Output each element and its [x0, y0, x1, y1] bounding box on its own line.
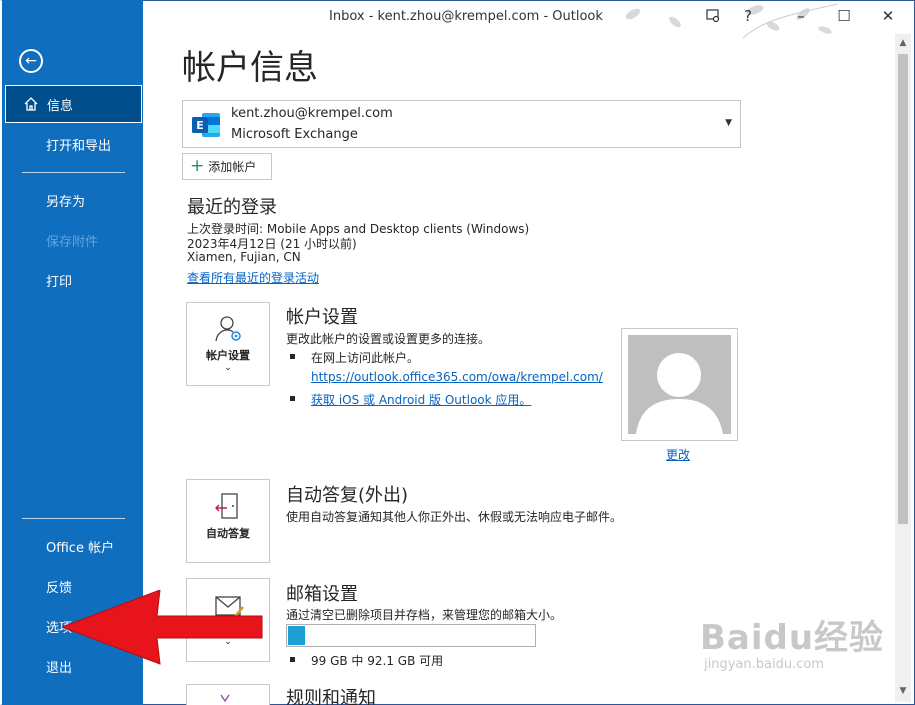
sidebar-item-open-export[interactable]: 打开和导出: [2, 125, 143, 163]
account-type: Microsoft Exchange: [231, 127, 358, 142]
bullet-icon: [290, 354, 295, 359]
watermark-url: jingyan.baidu.com: [704, 657, 824, 672]
add-account-button[interactable]: + 添加帐户: [182, 153, 272, 180]
sidebar-divider: [22, 518, 125, 519]
sidebar-item-label: Office 帐户: [46, 540, 115, 556]
sidebar-item-label: 信息: [47, 98, 74, 114]
scroll-thumb[interactable]: [898, 54, 908, 524]
mailbox-settings-desc: 通过清空已删除项目并存档，来管理您的邮箱大小。: [286, 608, 563, 622]
tile-label: 自动答复: [206, 527, 250, 540]
rules-icon: [220, 694, 230, 703]
help-icon[interactable]: ?: [740, 8, 756, 24]
auto-reply-desc: 使用自动答复通知其他人你正外出、休假或无法响应电子邮件。: [286, 510, 623, 524]
watermark-logo: Baidu经验: [700, 618, 885, 658]
sidebar-item-info[interactable]: 信息: [5, 85, 142, 123]
mailbox-usage-bar: [286, 624, 536, 647]
rules-title: 规则和通知: [286, 688, 376, 705]
person-silhouette-icon: [636, 353, 723, 434]
sidebar-item-label: 另存为: [46, 194, 86, 210]
account-settings-icon: [215, 316, 241, 342]
chevron-down-icon: ⌄: [224, 363, 232, 373]
coauthor-icon[interactable]: [705, 8, 721, 24]
sidebar-item-label: 打开和导出: [46, 138, 112, 154]
home-icon: [24, 97, 38, 111]
tile-label: 帐户设置: [206, 349, 250, 362]
profile-photo[interactable]: [621, 328, 738, 441]
back-arrow-icon[interactable]: ←: [19, 49, 43, 73]
account-email: kent.zhou@krempel.com: [231, 106, 393, 121]
recent-login-title: 最近的登录: [187, 197, 277, 218]
mailbox-usage-text: 99 GB 中 92.1 GB 可用: [311, 654, 444, 668]
auto-reply-tile[interactable]: 自动答复: [186, 479, 270, 563]
mailbox-usage-fill: [288, 626, 305, 645]
rules-tile[interactable]: [186, 684, 270, 705]
recent-login-location: Xiamen, Fujian, CN: [187, 250, 301, 264]
sidebar-item-label: 打印: [46, 274, 73, 290]
sidebar-item-label: 保存附件: [46, 234, 99, 250]
owa-url-link[interactable]: https://outlook.office365.com/owa/krempe…: [311, 370, 603, 384]
account-settings-tile[interactable]: 帐户设置 ⌄: [186, 302, 270, 386]
auto-reply-icon: [215, 493, 238, 519]
svg-text:E: E: [196, 119, 204, 132]
bullet-icon: [290, 396, 295, 401]
sidebar-divider: [22, 172, 125, 173]
add-account-label: 添加帐户: [208, 160, 257, 174]
exchange-icon: E: [192, 113, 220, 137]
bullet-icon: [290, 657, 295, 662]
window-title: Inbox - kent.zhou@krempel.com - Outlook: [329, 9, 603, 24]
plus-icon: +: [190, 156, 205, 176]
auto-reply-title: 自动答复(外出): [286, 485, 409, 506]
mailbox-settings-title: 邮箱设置: [286, 584, 358, 605]
web-access-text: 在网上访问此帐户。: [311, 351, 420, 365]
watermark: Baidu经验 jingyan.baidu.com: [700, 610, 884, 672]
scroll-up-icon[interactable]: ▲: [895, 38, 911, 50]
page-title: 帐户信息: [182, 48, 318, 88]
scroll-down-icon[interactable]: ▼: [895, 686, 911, 698]
sidebar-item-print[interactable]: 打印: [2, 261, 143, 299]
avatar: [628, 335, 731, 434]
view-all-logins-link[interactable]: 查看所有最近的登录活动: [187, 269, 319, 286]
chevron-down-icon: ▼: [725, 118, 732, 128]
close-icon[interactable]: ✕: [880, 8, 896, 24]
get-mobile-app-link[interactable]: 获取 iOS 或 Android 版 Outlook 应用。: [311, 391, 531, 408]
title-bar: Inbox - kent.zhou@krempel.com - Outlook …: [143, 0, 915, 39]
account-settings-title: 帐户设置: [286, 307, 358, 328]
account-selector[interactable]: E kent.zhou@krempel.com Microsoft Exchan…: [182, 100, 741, 148]
sidebar-item-office-account[interactable]: Office 帐户: [2, 527, 143, 565]
sidebar-item-save-attachments: 保存附件: [2, 221, 143, 259]
annotation-arrow-icon: [62, 590, 263, 665]
minimize-icon[interactable]: –: [793, 8, 809, 24]
vertical-scrollbar[interactable]: ▲ ▼: [895, 34, 911, 702]
maximize-icon[interactable]: ☐: [836, 8, 852, 24]
change-photo-link[interactable]: 更改: [666, 446, 690, 463]
sidebar-item-save-as[interactable]: 另存为: [2, 181, 143, 219]
account-settings-desc: 更改此帐户的设置或设置更多的连接。: [286, 332, 491, 346]
